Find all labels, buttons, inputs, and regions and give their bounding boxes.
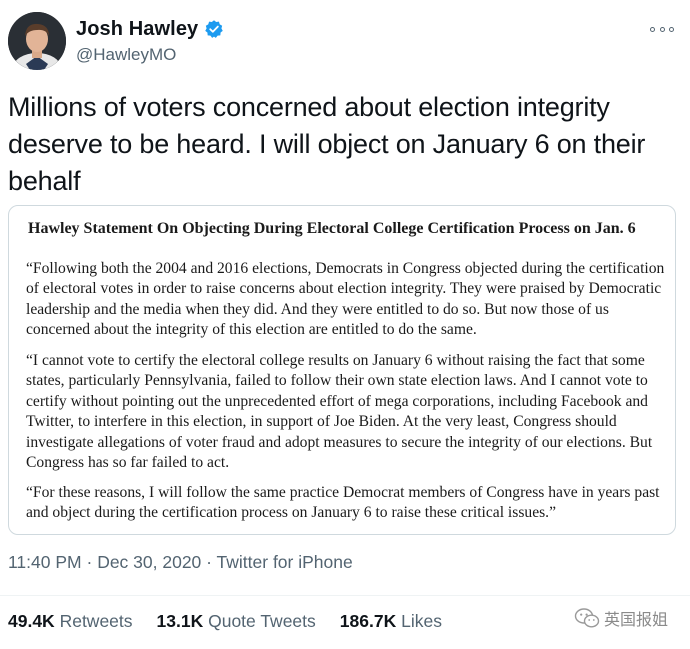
tweet: Josh Hawley @HawleyMO Millions of voters… bbox=[0, 0, 690, 649]
tweet-source[interactable]: Twitter for iPhone bbox=[217, 552, 353, 572]
display-name-row: Josh Hawley bbox=[76, 16, 224, 42]
engagement-stats: 49.4K Retweets 13.1K Quote Tweets 186.7K… bbox=[8, 611, 442, 632]
quote-tweets-stat[interactable]: 13.1K Quote Tweets bbox=[157, 611, 316, 632]
likes-label: Likes bbox=[401, 611, 442, 631]
tweet-text: Millions of voters concerned about elect… bbox=[8, 92, 646, 196]
statement-paragraph: “For these reasons, I will follow the sa… bbox=[26, 484, 660, 522]
statement-paragraph: “Following both the 2004 and 2016 electi… bbox=[26, 260, 665, 339]
divider bbox=[0, 595, 690, 596]
author-block: Josh Hawley @HawleyMO bbox=[76, 16, 224, 65]
tweet-date[interactable]: Dec 30, 2020 bbox=[97, 552, 201, 572]
statement-image[interactable]: Hawley Statement On Objecting During Ele… bbox=[8, 205, 676, 535]
meta-separator: · bbox=[206, 552, 212, 572]
tweet-meta: 11:40 PM · Dec 30, 2020 · Twitter for iP… bbox=[8, 552, 353, 573]
quote-tweets-count: 13.1K bbox=[156, 611, 204, 631]
wechat-icon bbox=[574, 607, 600, 629]
retweets-count: 49.4K bbox=[8, 611, 55, 631]
tweet-time[interactable]: 11:40 PM bbox=[8, 552, 82, 572]
statement-paragraph: “I cannot vote to certify the electoral … bbox=[26, 352, 653, 472]
likes-count: 186.7K bbox=[339, 611, 397, 631]
meta-separator: · bbox=[86, 552, 93, 572]
watermark: 英国报姐 bbox=[574, 606, 668, 630]
more-dot bbox=[650, 26, 655, 32]
quote-tweets-label: Quote Tweets bbox=[208, 611, 316, 631]
retweets-label: Retweets bbox=[59, 611, 133, 631]
display-name[interactable]: Josh Hawley bbox=[76, 18, 198, 41]
tweet-header: Josh Hawley @HawleyMO bbox=[8, 12, 678, 70]
more-options-icon[interactable] bbox=[650, 22, 674, 36]
user-handle[interactable]: @HawleyMO bbox=[76, 45, 224, 65]
verified-badge-icon bbox=[204, 19, 224, 39]
statement-title: Hawley Statement On Objecting During Ele… bbox=[28, 220, 636, 237]
watermark-text: 英国报姐 bbox=[603, 612, 668, 629]
retweets-stat[interactable]: 49.4K Retweets bbox=[8, 611, 133, 632]
profile-photo-icon bbox=[8, 12, 66, 70]
likes-stat[interactable]: 186.7K Likes bbox=[340, 611, 442, 632]
avatar[interactable] bbox=[8, 12, 66, 70]
more-dot bbox=[659, 26, 665, 32]
more-dot bbox=[669, 26, 674, 32]
